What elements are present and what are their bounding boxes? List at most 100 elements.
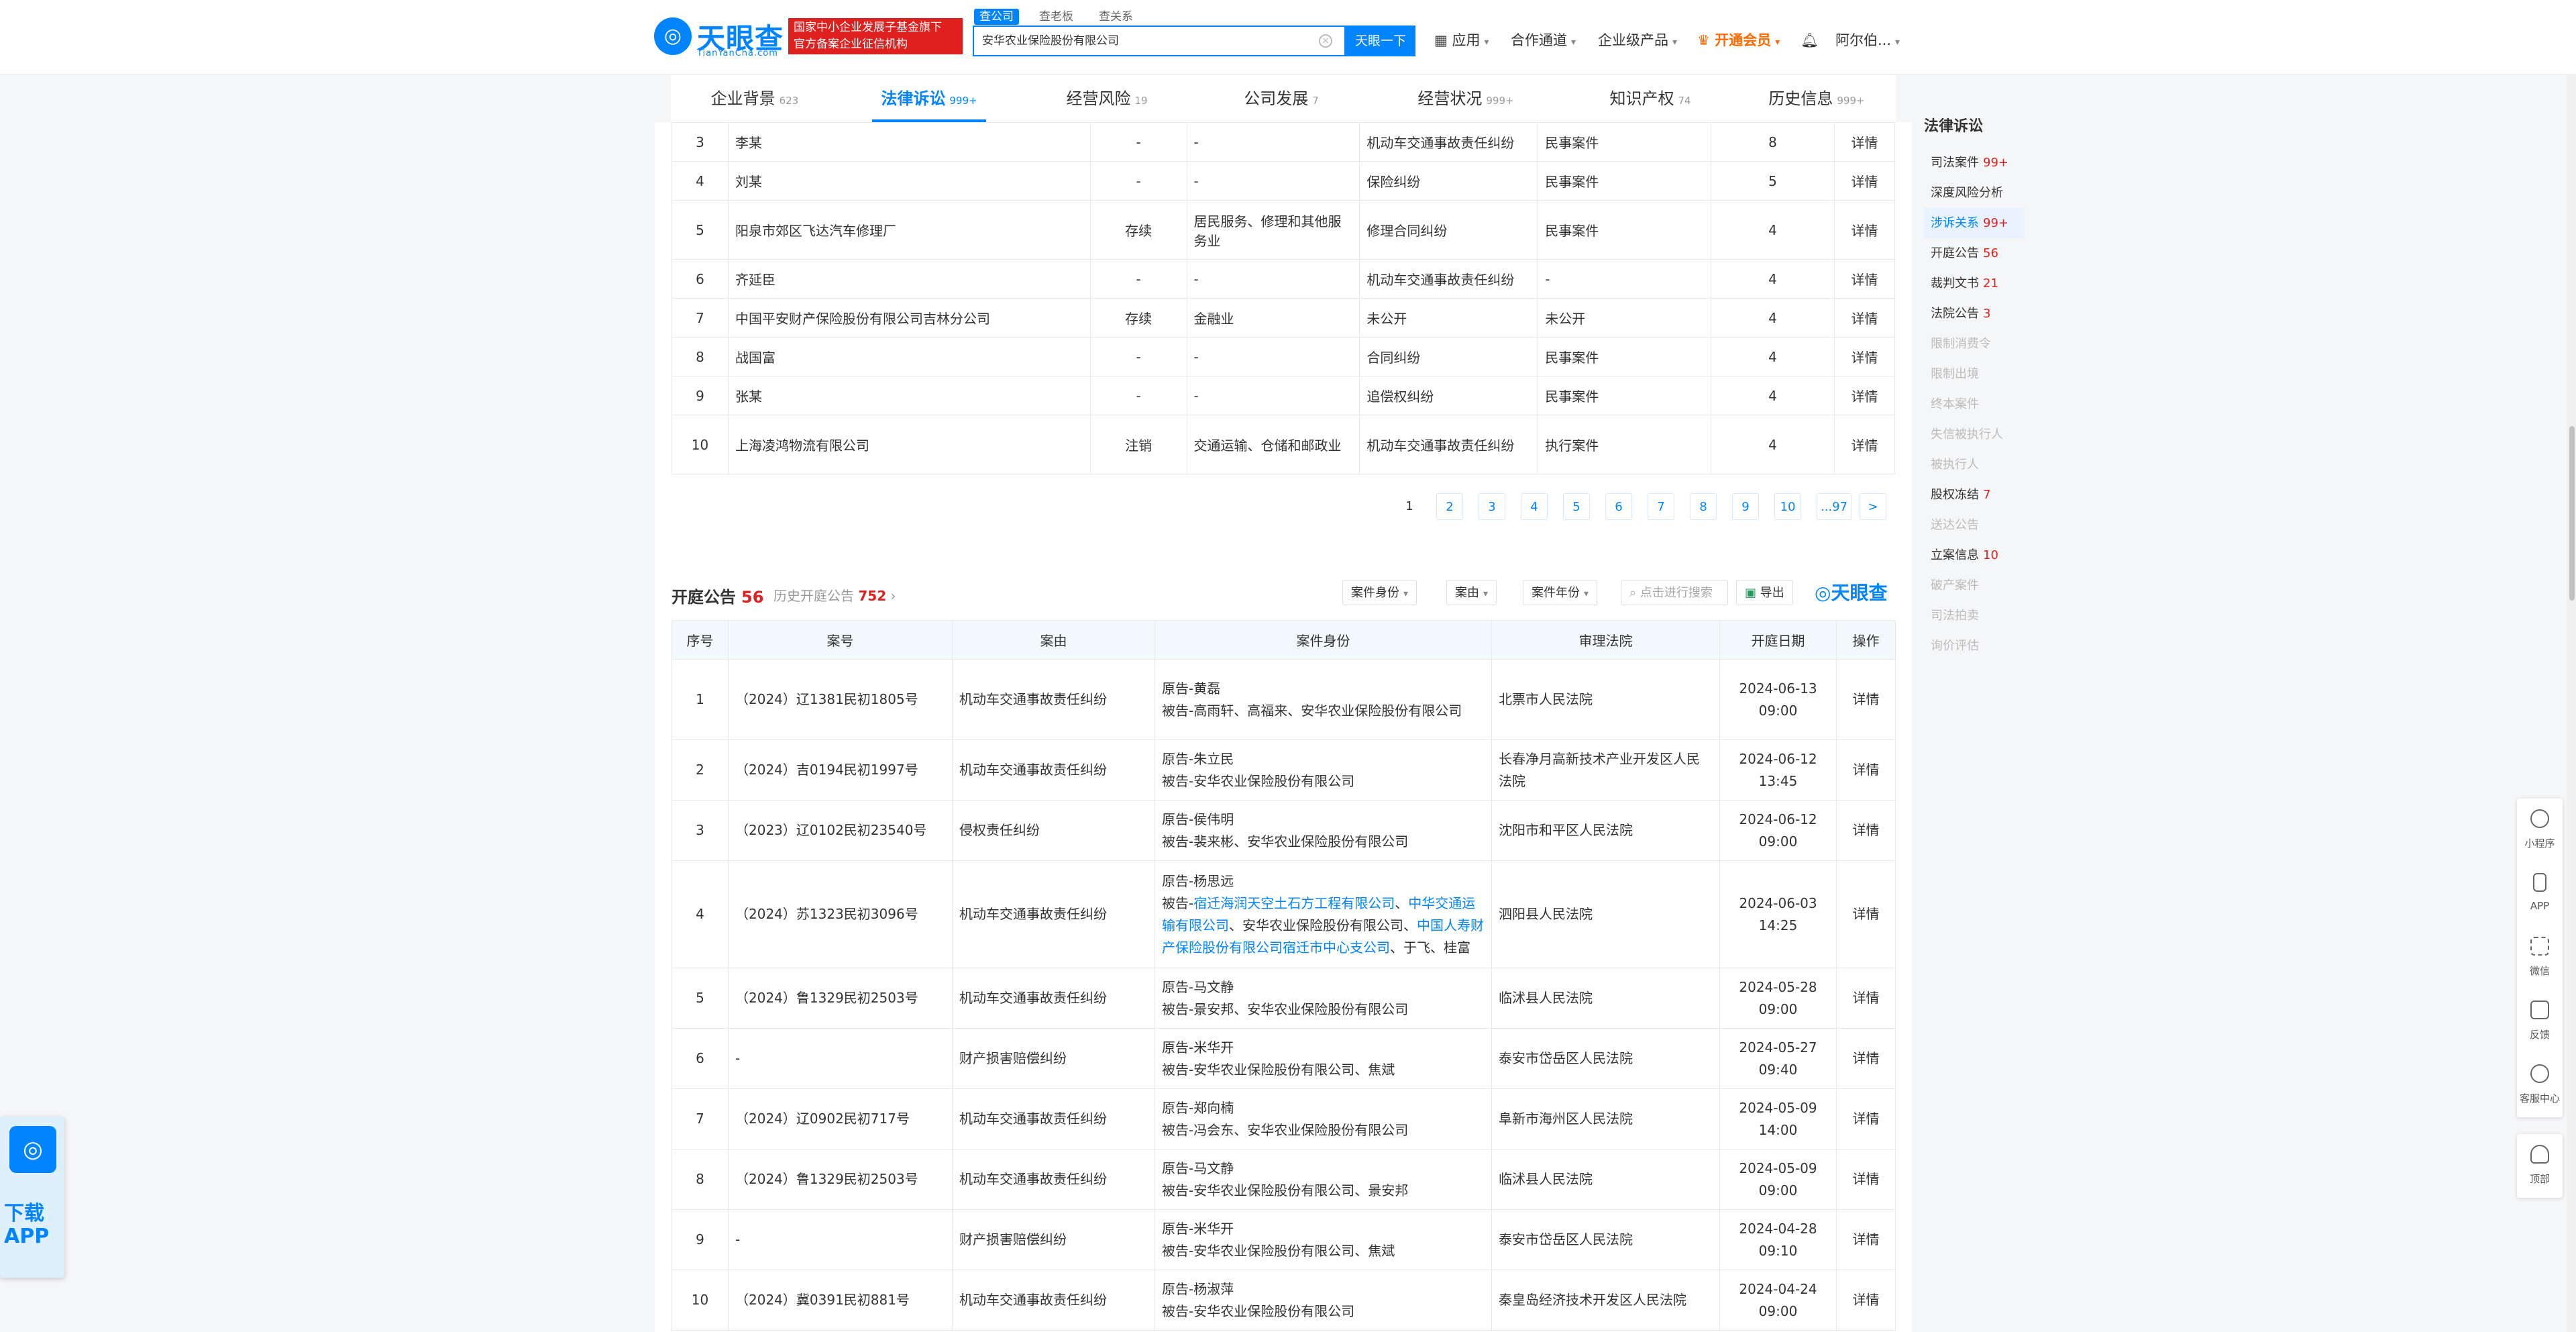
detail-link[interactable]: 详情	[1833, 415, 1896, 474]
search-button[interactable]: 天眼一下	[1346, 25, 1415, 56]
search-tab-boss[interactable]: 查老板	[1034, 9, 1079, 25]
case-number[interactable]: （2024）吉0194民初1997号	[728, 739, 953, 801]
tab-background[interactable]: 企业背景 623	[671, 75, 839, 122]
case-number[interactable]: （2023）辽0102民初23540号	[728, 800, 953, 861]
sidebar-item-label: 涉诉关系	[1931, 216, 1979, 230]
nav-enterprise[interactable]: 企业级产品 ▾	[1598, 0, 1677, 74]
page-button[interactable]: 1	[1396, 493, 1423, 520]
next-page-button[interactable]: >	[1860, 493, 1886, 520]
case-number[interactable]: （2024）辽0902民初717号	[728, 1088, 953, 1149]
download-app-widget[interactable]: ◎ 下载 APP	[0, 1117, 64, 1278]
sidebar-item[interactable]: 股权冻结 7	[1924, 480, 2025, 510]
detail-link[interactable]: 详情	[1833, 259, 1896, 299]
nav-app[interactable]: ▦ 应用 ▾	[1434, 0, 1489, 74]
sidebar-item[interactable]: 深度风险分析	[1924, 178, 2025, 208]
detail-link[interactable]: 详情	[1836, 800, 1896, 861]
sidebar-item[interactable]: 开庭公告 56	[1924, 238, 2025, 268]
detail-link[interactable]: 详情	[1836, 1209, 1896, 1270]
page-button[interactable]: 10	[1774, 493, 1801, 520]
filter-case-role[interactable]: 案件身份 ▾	[1342, 580, 1417, 605]
detail-link[interactable]: 详情	[1833, 337, 1896, 376]
tab-operation[interactable]: 经营状况 999+	[1368, 75, 1563, 122]
detail-link[interactable]: 详情	[1836, 860, 1896, 968]
wechat-button[interactable]: 微信	[2517, 926, 2563, 990]
page-button[interactable]: 2	[1436, 493, 1463, 520]
back-to-top-button[interactable]: 顶部	[2517, 1134, 2563, 1198]
detail-link[interactable]: 详情	[1833, 200, 1896, 260]
page-button[interactable]: 3	[1479, 493, 1505, 520]
detail-link[interactable]: 详情	[1833, 122, 1896, 162]
tab-legal[interactable]: 法律诉讼 999+	[839, 75, 1020, 122]
sidebar-item[interactable]: 裁判文书 21	[1924, 268, 2025, 299]
tab-ip[interactable]: 知识产权 74	[1563, 75, 1737, 122]
feedback-button[interactable]: 反馈	[2517, 990, 2563, 1054]
detail-link[interactable]: 详情	[1833, 298, 1896, 338]
party-industry: -	[1186, 376, 1360, 415]
export-label: 导出	[1760, 586, 1784, 600]
case-parties: 原告-马文静 被告-安华农业保险股份有限公司、景安邦	[1155, 1149, 1492, 1210]
history-court-notice-link[interactable]: 历史开庭公告 752 ›	[773, 585, 896, 605]
nav-user-label: 阿尔伯...	[1835, 32, 1892, 48]
sidebar-item-label: 被执行人	[1931, 458, 1979, 472]
tab-history[interactable]: 历史信息 999+	[1737, 75, 1896, 122]
page-button[interactable]: 9	[1732, 493, 1759, 520]
case-number[interactable]: （2024）鲁1329民初2503号	[728, 1149, 953, 1210]
clear-icon[interactable]: ×	[1319, 34, 1332, 48]
sidebar-item[interactable]: 司法案件 99+	[1924, 148, 2025, 178]
detail-link[interactable]: 详情	[1836, 1270, 1896, 1331]
plaintiff: 原告-侯伟明	[1162, 811, 1234, 827]
mini-program-button[interactable]: 小程序	[2517, 799, 2563, 862]
bell-icon[interactable]: 🔔︎	[1801, 0, 1819, 74]
scrollbar-thumb[interactable]	[2569, 426, 2575, 601]
nav-cooperation[interactable]: 合作通道 ▾	[1511, 0, 1576, 74]
case-parties: 原告-朱立民 被告-安华农业保险股份有限公司	[1155, 739, 1492, 801]
nav-user[interactable]: 阿尔伯... ▾	[1835, 0, 1900, 74]
search-tab-company[interactable]: 查公司	[974, 9, 1019, 25]
site-logo[interactable]: ◎ 天眼查 TianYanCha.com	[654, 16, 788, 58]
tab-development[interactable]: 公司发展 7	[1194, 75, 1368, 122]
detail-link[interactable]: 详情	[1836, 739, 1896, 801]
sidebar-item[interactable]: 涉诉关系 99+	[1924, 208, 2025, 238]
page-button[interactable]: 7	[1648, 493, 1674, 520]
export-button[interactable]: ▣ 导出	[1736, 580, 1793, 605]
party-status: -	[1089, 259, 1187, 299]
party-status: 注销	[1089, 415, 1187, 474]
party-name[interactable]: 中国平安财产保险股份有限公司吉林分公司	[727, 298, 1091, 338]
detail-link[interactable]: 详情	[1833, 376, 1896, 415]
defendant-text: 、安华农业保险股份有限公司、	[1229, 917, 1417, 933]
case-number[interactable]: （2024）辽1381民初1805号	[728, 659, 953, 740]
party-name[interactable]: 上海凌鸿物流有限公司	[727, 415, 1091, 474]
case-number[interactable]: （2024）苏1323民初3096号	[728, 860, 953, 968]
case-number[interactable]: （2024）冀0391民初881号	[728, 1270, 953, 1331]
row-index: 6	[672, 1028, 729, 1089]
page-button[interactable]: ...97	[1817, 493, 1851, 520]
customer-service-button[interactable]: 客服中心	[2517, 1054, 2563, 1117]
search-input[interactable]: 安华农业保险股份有限公司 ×	[973, 25, 1346, 56]
detail-link[interactable]: 详情	[1836, 1088, 1896, 1149]
page-button[interactable]: 5	[1563, 493, 1590, 520]
detail-link[interactable]: 详情	[1836, 659, 1896, 740]
app-button[interactable]: APP	[2517, 862, 2563, 926]
sidebar-item[interactable]: 立案信息 10	[1924, 540, 2025, 570]
detail-link[interactable]: 详情	[1836, 1149, 1896, 1210]
page-button[interactable]: 6	[1605, 493, 1632, 520]
column-header: 操作	[1836, 620, 1896, 660]
case-number[interactable]: （2024）鲁1329民初2503号	[728, 968, 953, 1029]
defendant-link[interactable]: 宿迁海润天空土石方工程有限公司	[1193, 895, 1395, 911]
page-button[interactable]: 4	[1521, 493, 1548, 520]
notice-search-input[interactable]: ⌕ 点击进行搜索	[1621, 580, 1728, 605]
table-row: 10 上海凌鸿物流有限公司 注销 交通运输、仓储和邮政业 机动车交通事故责任纠纷 执行案件…	[672, 415, 1896, 474]
filter-year[interactable]: 案件年份 ▾	[1523, 580, 1598, 605]
detail-link[interactable]: 详情	[1836, 968, 1896, 1029]
party-name[interactable]: 阳泉市郊区飞达汽车修理厂	[727, 200, 1091, 260]
filter-cause[interactable]: 案由 ▾	[1446, 580, 1497, 605]
scrollbar-track[interactable]	[2567, 74, 2576, 1332]
tab-risk[interactable]: 经营风险 19	[1020, 75, 1194, 122]
detail-link[interactable]: 详情	[1836, 1028, 1896, 1089]
sidebar-item[interactable]: 法院公告 3	[1924, 299, 2025, 329]
detail-link[interactable]: 详情	[1833, 161, 1896, 201]
page-button[interactable]: 8	[1690, 493, 1717, 520]
nav-vip[interactable]: ♛ 开通会员 ▾	[1697, 0, 1780, 74]
search-tab-relation[interactable]: 查关系	[1093, 9, 1138, 25]
plaintiff: 原告-马文静	[1162, 1160, 1234, 1176]
